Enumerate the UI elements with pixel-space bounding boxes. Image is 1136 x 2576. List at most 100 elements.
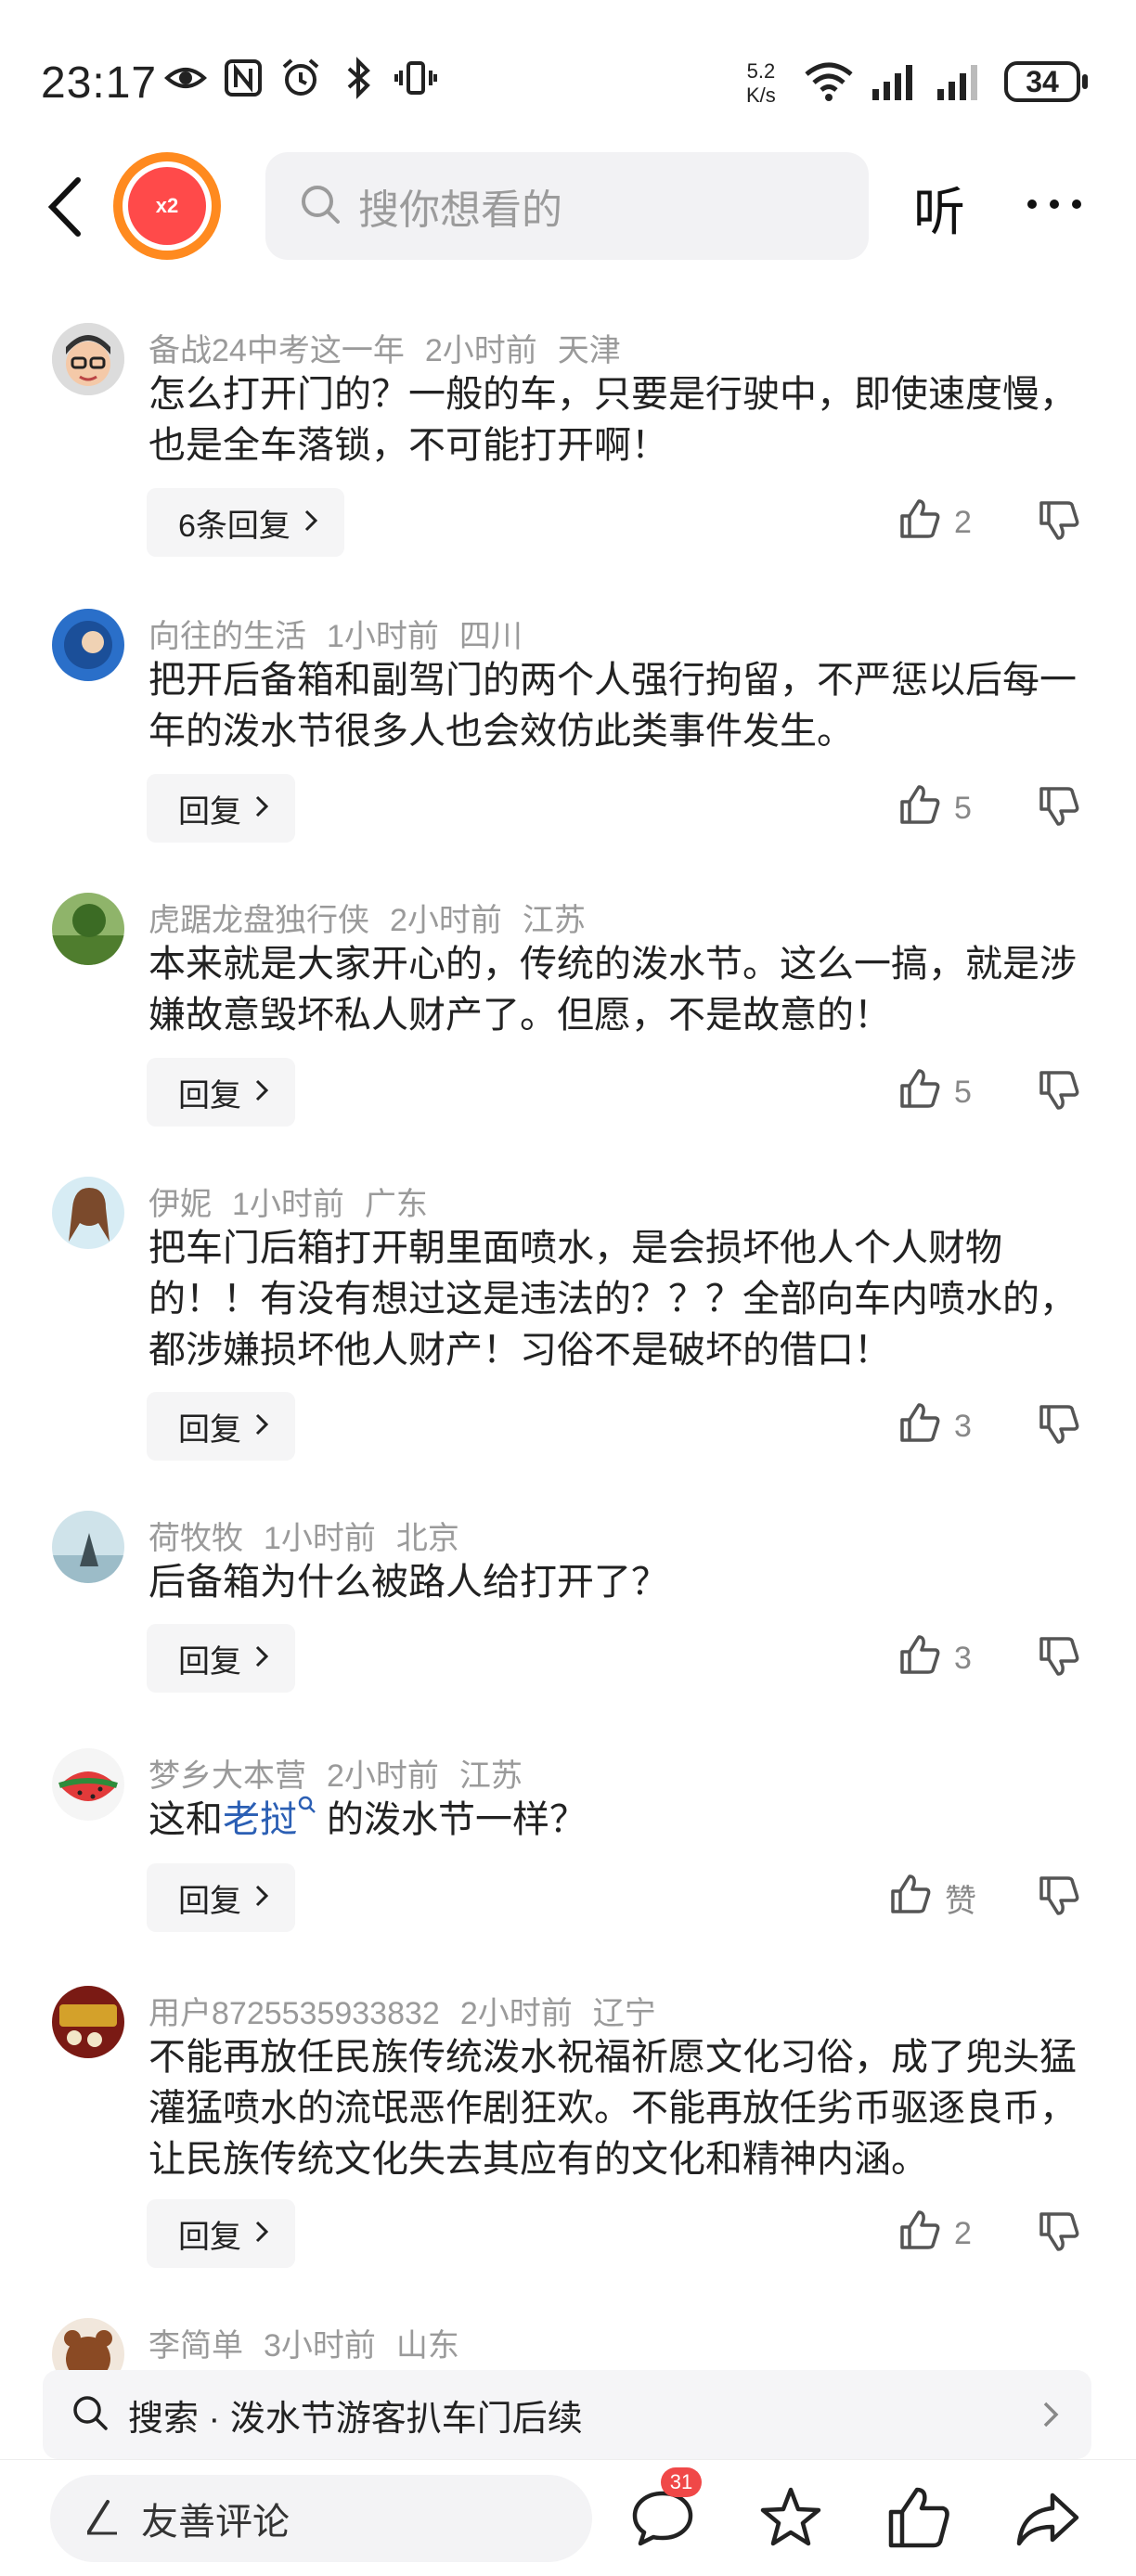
thumbs-up-icon[interactable] (884, 2482, 954, 2553)
comment-time: 2小时前 (459, 1996, 573, 2031)
like-count: 5 (954, 1074, 972, 1110)
reward-badge-label: x2 (128, 167, 206, 245)
status-icons-right (804, 61, 984, 107)
chevron-right-icon (254, 1409, 269, 1445)
like-count: 2 (954, 504, 972, 540)
avatar[interactable] (52, 893, 124, 965)
comment-actions: 2 (898, 488, 1103, 557)
star-icon[interactable] (755, 2482, 826, 2553)
comment-username[interactable]: 备战24中考这一年 (148, 333, 405, 368)
comment-meta: 用户8725535933832 2小时前 辽宁 (148, 1988, 677, 2033)
nfc-icon (221, 56, 265, 100)
comment-username[interactable]: 用户8725535933832 (148, 1996, 440, 2031)
pencil-icon (84, 2496, 121, 2542)
comment-username[interactable]: 虎踞龙盘独行侠 (148, 903, 369, 938)
status-bar: 23:17 5.2 K/s 34 (0, 0, 1136, 139)
comment-actions: 3 (898, 1624, 1103, 1693)
chevron-right-icon (254, 2216, 269, 2252)
share-icon[interactable] (1013, 2482, 1084, 2553)
comment-location: 北京 (395, 1521, 459, 1556)
reply-label: 回复 (178, 1411, 241, 1448)
comment-time: 2小时前 (390, 903, 502, 938)
like-button[interactable]: 5 (898, 1067, 1038, 1118)
search-input[interactable]: 搜你想看的 (265, 152, 869, 260)
comment-item: 向往的生活 1小时前 四川 把开后备箱和副驾门的两个人强行拘留，不严惩以后每一年的泼… (0, 592, 1136, 880)
avatar[interactable] (52, 1177, 124, 1249)
reply-label: 回复 (178, 1883, 241, 1919)
comment-actions: 赞 (889, 1863, 1093, 1932)
comment-location: 江苏 (458, 1758, 523, 1794)
keyword-link[interactable]: 老挝 (223, 1796, 317, 1840)
comment-actions: 5 (898, 774, 1103, 843)
comment-username[interactable]: 伊妮 (148, 1187, 212, 1222)
avatar[interactable] (52, 1748, 124, 1821)
thumbs-up-icon (898, 1401, 941, 1452)
thumbs-down-icon[interactable] (1038, 785, 1084, 831)
avatar[interactable] (52, 609, 124, 681)
reply-button[interactable]: 回复 (147, 774, 295, 843)
eye-icon (163, 56, 208, 100)
listen-button[interactable]: 听 (913, 171, 965, 246)
comment-item: 李简单 3小时前 山东 (0, 2301, 1136, 2390)
thumbs-down-icon[interactable] (1038, 1403, 1084, 1449)
back-button[interactable] (41, 174, 93, 239)
search-suggestion-bar[interactable]: 搜索 · 泼水节游客扒车门后续 (43, 2370, 1091, 2459)
thumbs-up-icon (898, 783, 941, 834)
chevron-right-icon (254, 1075, 269, 1111)
comment-text: 这和老挝 的泼水节一样？ (148, 1795, 1086, 1846)
chevron-right-icon (1032, 2392, 1069, 2437)
reply-button[interactable]: 回复 (147, 1392, 295, 1461)
thumbs-down-icon[interactable] (1038, 2210, 1084, 2257)
thumbs-down-icon[interactable] (1038, 1069, 1084, 1115)
comment-text: 本来就是大家开心的，传统的泼水节。这么一搞，就是涉嫌故意毁坏私人财产了。但愿，不… (148, 944, 1077, 1036)
reply-label: 回复 (178, 793, 241, 830)
reward-badge-button[interactable]: x2 (113, 152, 221, 260)
comment-text-after: 的泼水节一样？ (327, 1799, 587, 1840)
keyword-link-label: 老挝 (223, 1799, 297, 1840)
like-button[interactable]: 2 (898, 497, 1038, 548)
comment-location: 山东 (395, 2328, 459, 2363)
comment-placeholder: 友善评论 (141, 2502, 290, 2543)
chevron-right-icon (303, 505, 318, 541)
comment-username[interactable]: 向往的生活 (148, 619, 306, 654)
like-button[interactable]: 3 (898, 1633, 1038, 1684)
avatar[interactable] (52, 323, 124, 395)
comment-username[interactable]: 荷牧牧 (148, 1521, 243, 1556)
like-button[interactable]: 3 (898, 1401, 1038, 1452)
net-speed-unit: K/s (746, 84, 776, 107)
like-button[interactable]: 2 (898, 2209, 1038, 2260)
thumbs-down-icon[interactable] (1038, 1635, 1084, 1681)
more-icon[interactable] (1025, 186, 1084, 223)
avatar[interactable] (52, 1986, 124, 2058)
like-count: 5 (954, 790, 972, 826)
comment-meta: 荷牧牧 1小时前 北京 (148, 1513, 480, 1558)
comment-actions: 5 (898, 1058, 1103, 1127)
comment-time: 2小时前 (327, 1758, 439, 1794)
reply-button[interactable]: 回复 (147, 1058, 295, 1127)
avatar[interactable] (52, 1511, 124, 1583)
comment-location: 广东 (364, 1187, 428, 1222)
thumbs-down-icon[interactable] (1038, 499, 1084, 546)
reply-button[interactable]: 回复 (147, 2199, 295, 2268)
chevron-right-icon (254, 1641, 269, 1677)
like-button[interactable]: 赞 (889, 1873, 1038, 1924)
comment-username[interactable]: 李简单 (148, 2328, 243, 2363)
comment-item: 荷牧牧 1小时前 北京 后备箱为什么被路人给打开了？ 回复 3 (0, 1494, 1136, 1732)
reply-button[interactable]: 回复 (147, 1863, 295, 1932)
like-button[interactable]: 5 (898, 783, 1038, 834)
comment-time: 1小时前 (327, 619, 439, 654)
thumbs-down-icon[interactable] (1038, 1874, 1084, 1921)
search-icon (71, 2393, 110, 2437)
net-speed: 5.2 K/s (746, 59, 776, 108)
comment-meta: 向往的生活 1小时前 四川 (148, 611, 543, 656)
comment-text: 把开后备箱和副驾门的两个人强行拘留，不严惩以后每一年的泼水节很多人也会效仿此类事… (148, 660, 1077, 752)
comment-username[interactable]: 梦乡大本营 (148, 1758, 306, 1794)
reply-button[interactable]: 回复 (147, 1624, 295, 1693)
comment-location: 辽宁 (592, 1996, 656, 2031)
search-placeholder: 搜你想看的 (358, 187, 562, 233)
reply-button[interactable]: 6条回复 (147, 488, 344, 557)
search-icon (299, 183, 342, 230)
alarm-icon (278, 56, 323, 100)
comment-time: 3小时前 (264, 2328, 376, 2363)
comment-input[interactable]: 友善评论 (50, 2475, 592, 2562)
